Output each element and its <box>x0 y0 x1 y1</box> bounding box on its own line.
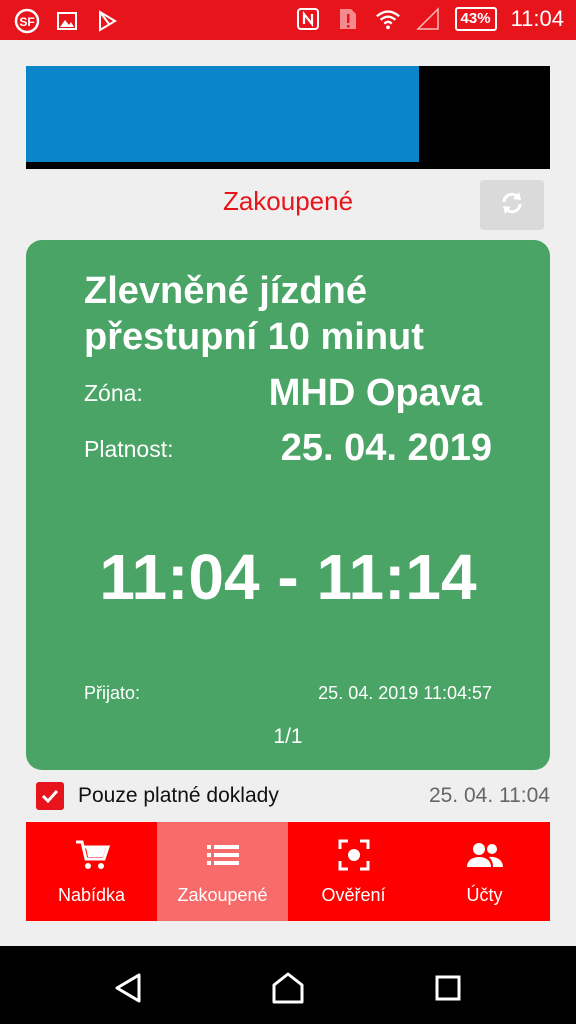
nav-item-ucty[interactable]: Účty <box>419 822 550 921</box>
svg-text:SF: SF <box>19 15 34 29</box>
people-icon <box>466 837 503 873</box>
status-clock: 11:04 <box>510 6 564 31</box>
play-store-icon <box>94 8 120 34</box>
validity-time-range: 11:04 - 11:14 <box>99 541 477 613</box>
cart-icon <box>74 837 110 873</box>
recents-button[interactable] <box>430 970 466 1006</box>
refresh-button[interactable] <box>480 180 544 230</box>
filter-row: Pouze platné doklady 25. 04. 11:04 <box>36 782 550 812</box>
home-button[interactable] <box>270 970 306 1006</box>
last-update-timestamp: 25. 04. 11:04 <box>428 784 550 807</box>
zone-label: Zóna: <box>84 380 143 406</box>
status-bar: SF 43% 11:04 <box>0 0 576 40</box>
recents-icon <box>435 975 461 1001</box>
check-icon <box>41 789 59 804</box>
nav-item-overeni[interactable]: Ověření <box>288 822 419 921</box>
nav-label: Účty <box>466 885 503 905</box>
ticket-pager: 1/1 <box>273 725 303 748</box>
wifi-icon <box>375 6 401 32</box>
image-icon <box>54 8 80 34</box>
scan-icon <box>336 837 372 873</box>
nav-label: Ověření <box>321 885 386 905</box>
signal-icon <box>415 6 441 32</box>
back-icon <box>115 973 141 1003</box>
sim-alert-icon <box>335 6 361 32</box>
refresh-icon <box>497 188 527 223</box>
validity-label: Platnost: <box>84 436 174 462</box>
back-button[interactable] <box>110 970 146 1006</box>
nav-item-zakoupene[interactable]: Zakoupené <box>157 822 288 921</box>
nav-label: Zakoupené <box>177 885 268 905</box>
home-icon <box>272 972 304 1004</box>
received-label: Přijato: <box>84 683 141 703</box>
banner <box>26 66 550 169</box>
valid-only-label[interactable]: Pouze platné doklady <box>78 784 279 808</box>
battery-indicator: 43% <box>454 7 497 31</box>
nav-label: Nabídka <box>57 885 126 905</box>
valid-only-checkbox[interactable] <box>36 782 64 810</box>
bottom-navigation: Nabídka Zakoupené Ověření Účty <box>26 822 550 921</box>
ticket-name: Zlevněné jízdné přestupní 10 minut <box>84 270 424 358</box>
ticket-card[interactable]: Zlevněné jízdné přestupní 10 minut Zóna:… <box>26 240 550 770</box>
nfc-icon <box>295 6 321 32</box>
received-value: 25. 04. 2019 11:04:57 <box>318 683 492 703</box>
app-notification-icon: SF <box>14 8 40 34</box>
system-navigation-bar <box>0 946 576 1024</box>
validity-value: 25. 04. 2019 <box>280 427 492 469</box>
banner-progress <box>26 66 419 162</box>
list-icon <box>205 837 241 873</box>
zone-value: MHD Opava <box>268 372 482 414</box>
nav-item-nabidka[interactable]: Nabídka <box>26 822 157 921</box>
